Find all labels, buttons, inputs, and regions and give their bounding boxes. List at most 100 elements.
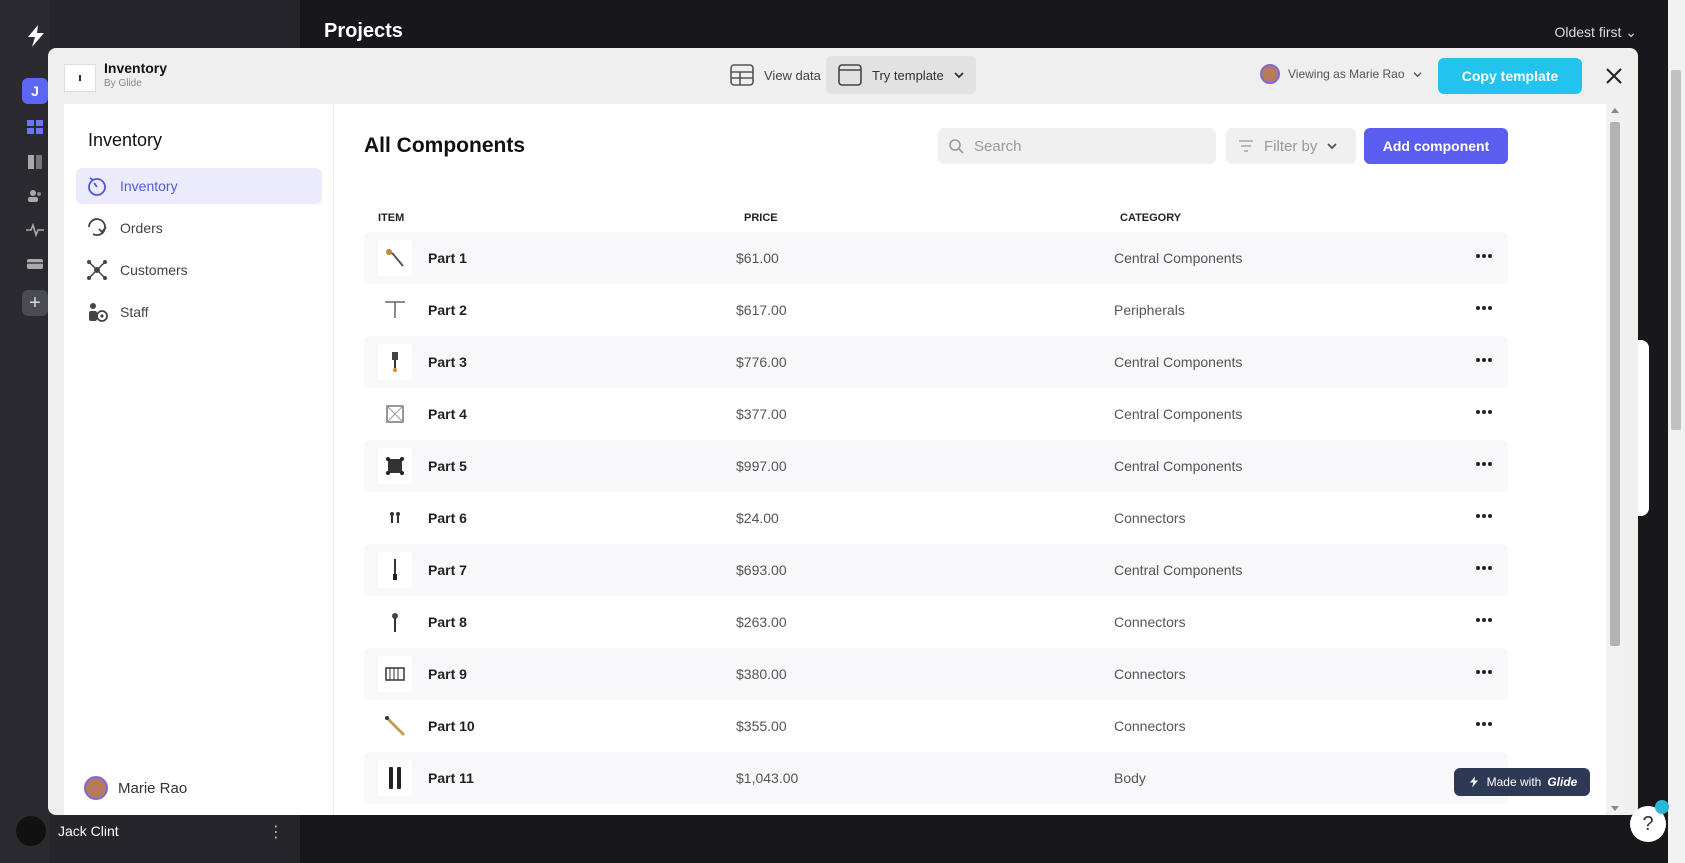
customers-icon (87, 260, 107, 280)
copy-template-button[interactable]: Copy template (1438, 58, 1582, 94)
app-sidebar: Inventory Inventory Orders Customers Sta… (64, 104, 334, 815)
table-row[interactable]: Part 2 $617.00 Peripherals (364, 284, 1508, 336)
made-with-label: Made with (1486, 775, 1542, 789)
template-thumbnail (64, 64, 96, 92)
chevron-down-icon (1413, 71, 1422, 77)
notification-dot (1655, 800, 1669, 814)
part-name: Part 11 (428, 770, 474, 786)
part-price: $693.00 (736, 562, 787, 578)
nav-item-label: Inventory (120, 178, 178, 194)
orders-icon (88, 218, 107, 236)
try-template-label: Try template (872, 67, 944, 83)
book-icon[interactable] (26, 155, 44, 169)
part-name: Part 9 (428, 666, 467, 682)
screen-title: All Components (364, 134, 525, 157)
table-icon (730, 64, 754, 86)
more-options-icon[interactable] (1472, 350, 1496, 370)
part-image (378, 240, 412, 276)
team-avatar[interactable]: J (22, 78, 48, 104)
part-category: Peripherals (1114, 302, 1185, 318)
project-card[interactable] (1637, 340, 1649, 516)
dashboard-icon[interactable] (26, 120, 44, 134)
table-row[interactable]: Part 10 $355.00 Connectors (364, 700, 1508, 752)
app-title: Inventory (88, 130, 163, 150)
search-placeholder: Search (974, 137, 1022, 155)
add-component-button[interactable]: Add component (1364, 128, 1508, 164)
more-options-icon[interactable] (1472, 610, 1496, 630)
inventory-icon (88, 177, 106, 196)
scroll-up-icon[interactable] (1611, 108, 1619, 113)
more-options-icon[interactable] (1472, 662, 1496, 682)
part-name: Part 6 (428, 510, 467, 526)
table-row[interactable]: Part 8 $263.00 Connectors (364, 596, 1508, 648)
table-row[interactable]: Part 7 $693.00 Central Components (364, 544, 1508, 596)
more-options-icon[interactable] (1472, 454, 1496, 474)
filter-dropdown[interactable]: Filter by (1226, 128, 1356, 164)
part-name: Part 5 (428, 458, 467, 474)
part-price: $776.00 (736, 354, 787, 370)
add-team-button[interactable]: + (22, 290, 48, 316)
nav-item-staff[interactable]: Staff (76, 294, 322, 330)
more-options-icon[interactable] (1472, 714, 1496, 734)
chevron-down-icon (954, 72, 964, 79)
template-author: By Glide (104, 78, 142, 89)
part-image (378, 344, 412, 380)
app-preview: Inventory Inventory Orders Customers Sta… (64, 104, 1624, 815)
more-options-icon[interactable] (1472, 558, 1496, 578)
part-category: Central Components (1114, 406, 1243, 422)
users-icon[interactable] (26, 189, 44, 203)
scrollbar-thumb[interactable] (1671, 70, 1681, 430)
activity-icon[interactable] (26, 223, 44, 237)
part-category: Central Components (1114, 250, 1243, 266)
chevron-down-icon: ⌄ (1625, 24, 1637, 40)
app-user[interactable]: Marie Rao (84, 776, 187, 800)
part-name: Part 8 (428, 614, 467, 630)
nav-item-label: Staff (120, 304, 149, 320)
table-row[interactable]: Part 5 $997.00 Central Components (364, 440, 1508, 492)
part-category: Connectors (1114, 666, 1186, 682)
sort-label: Oldest first (1554, 24, 1622, 40)
part-image (378, 292, 412, 328)
table-row[interactable]: Part 1 $61.00 Central Components (364, 232, 1508, 284)
viewing-as-dropdown[interactable]: Viewing as Marie Rao (1260, 64, 1422, 84)
part-category: Connectors (1114, 718, 1186, 734)
table-row[interactable]: Part 9 $380.00 Connectors (364, 648, 1508, 700)
column-header-price: PRICE (744, 212, 778, 224)
kebab-menu-icon[interactable]: ⋮ (268, 822, 284, 842)
scrollbar-thumb[interactable] (1610, 122, 1620, 646)
app-scrollbar[interactable] (1606, 104, 1624, 815)
glide-logo-icon[interactable] (22, 22, 50, 50)
try-template-button[interactable]: Try template (826, 56, 976, 94)
view-data-button[interactable]: View data (718, 56, 833, 94)
billing-icon[interactable] (26, 257, 44, 271)
part-price: $380.00 (736, 666, 787, 682)
table-row[interactable]: Part 3 $776.00 Central Components (364, 336, 1508, 388)
more-options-icon[interactable] (1472, 246, 1496, 266)
nav-item-inventory[interactable]: Inventory (76, 168, 322, 204)
table-row[interactable]: Part 6 $24.00 Connectors (364, 492, 1508, 544)
staff-icon (89, 303, 108, 322)
part-name: Part 7 (428, 562, 467, 578)
more-options-icon[interactable] (1472, 506, 1496, 526)
view-data-label: View data (764, 67, 821, 83)
nav-item-orders[interactable]: Orders (76, 210, 322, 246)
scroll-down-icon[interactable] (1611, 806, 1619, 811)
account-user[interactable]: Jack Clint (16, 816, 119, 846)
sort-dropdown[interactable]: Oldest first ⌄ (1554, 24, 1637, 41)
nav-item-label: Orders (120, 220, 163, 236)
close-icon[interactable] (1600, 62, 1628, 90)
template-name: Inventory (104, 60, 168, 76)
more-options-icon[interactable] (1472, 298, 1496, 318)
table-row[interactable]: Part 4 $377.00 Central Components (364, 388, 1508, 440)
part-image (378, 760, 412, 796)
made-with-glide-badge[interactable]: Made with Glide (1454, 768, 1590, 796)
search-input[interactable]: Search (938, 128, 1216, 164)
part-price: $355.00 (736, 718, 787, 734)
part-category: Body (1114, 770, 1146, 786)
nav-item-customers[interactable]: Customers (76, 252, 322, 288)
page-title: Projects (324, 20, 403, 42)
table-row[interactable]: Part 11 $1,043.00 Body (364, 752, 1508, 804)
page-scrollbar[interactable] (1668, 0, 1685, 863)
part-category: Connectors (1114, 614, 1186, 630)
more-options-icon[interactable] (1472, 402, 1496, 422)
